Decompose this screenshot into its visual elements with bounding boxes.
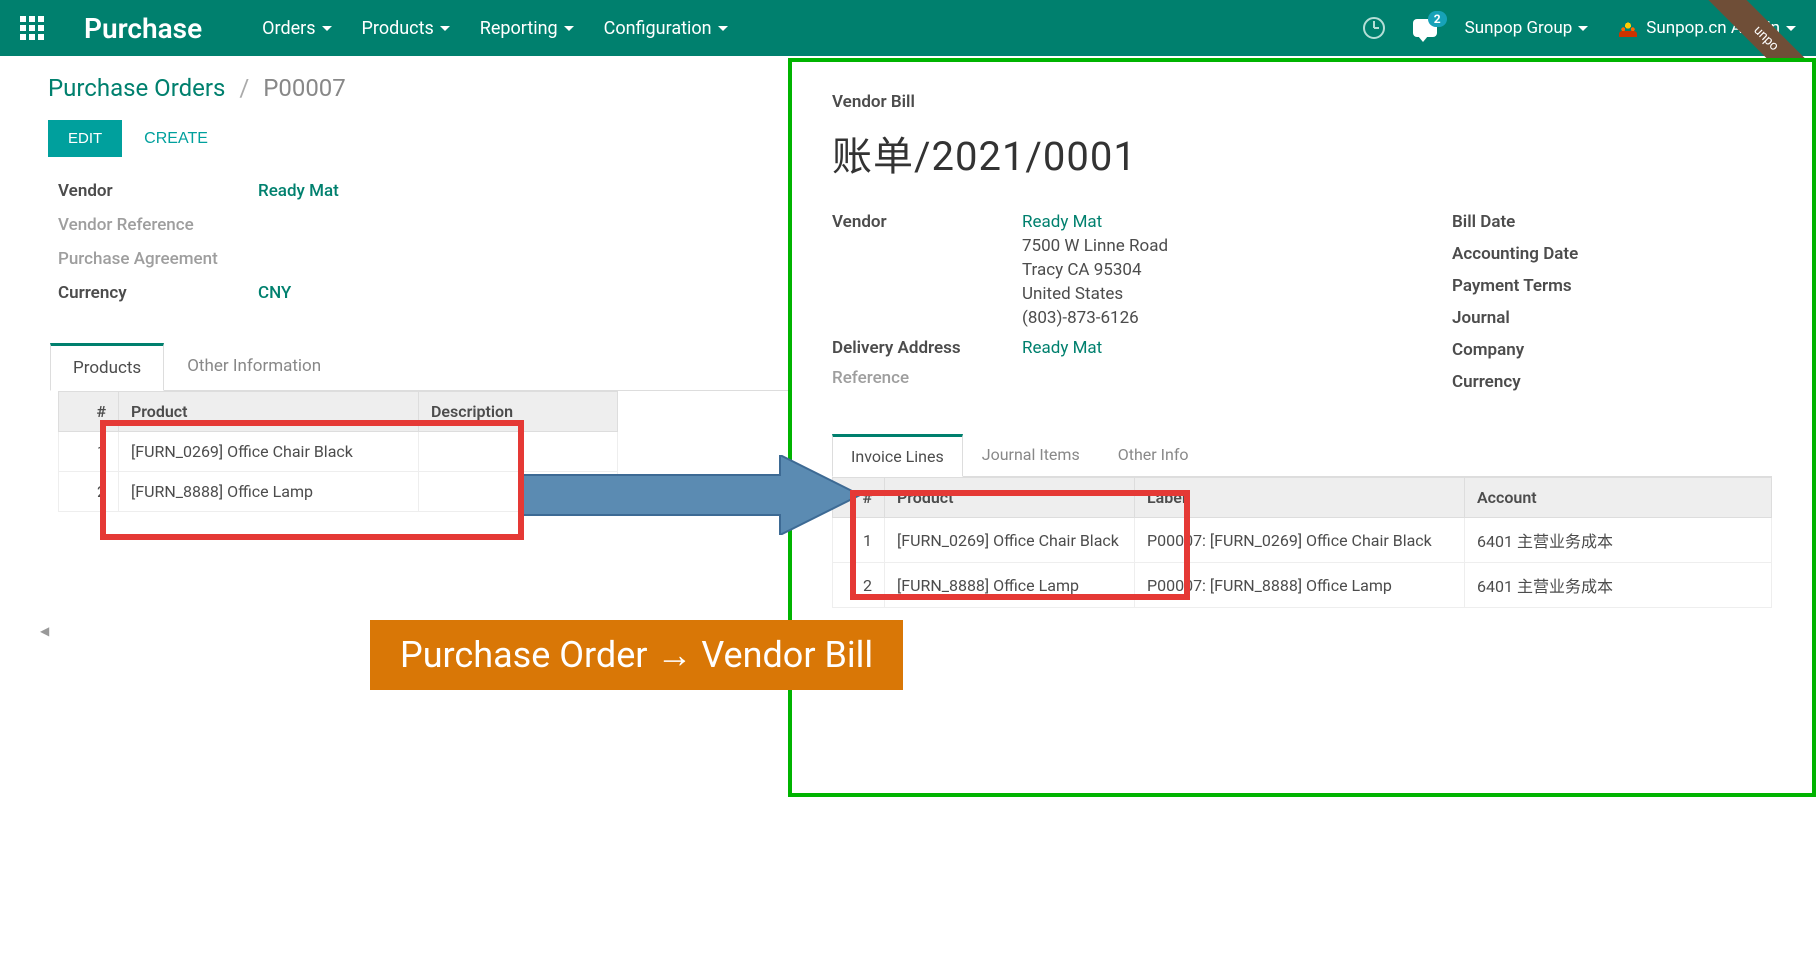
bill-tabs: Invoice Lines Journal Items Other Info	[832, 434, 1772, 477]
bill-vendor-label: Vendor	[832, 212, 1022, 232]
chevron-down-icon	[564, 26, 574, 31]
col-product: Product	[885, 478, 1135, 518]
currency-label: Currency	[58, 283, 258, 303]
payment-terms-label: Payment Terms	[1452, 276, 1772, 296]
bill-heading-big: 账单/2021/0001	[832, 124, 1772, 182]
nav-menu: Orders Products Reporting Configuration	[262, 18, 727, 39]
bill-currency-label: Currency	[1452, 372, 1772, 392]
bill-addr3: United States	[1022, 284, 1168, 304]
user-menu[interactable]: Sunpop.cn Admin	[1616, 16, 1796, 40]
tab-journal-items[interactable]: Journal Items	[963, 434, 1099, 476]
nav-orders[interactable]: Orders	[262, 18, 331, 39]
nav-reporting-label: Reporting	[480, 18, 558, 39]
chevron-down-icon	[322, 26, 332, 31]
cell-account: 6401 主营业务成本	[1465, 563, 1772, 608]
accounting-date-label: Accounting Date	[1452, 244, 1772, 264]
cell-label: P00007: [FURN_0269] Office Chair Black	[1135, 518, 1465, 563]
bill-delivery-value[interactable]: Ready Mat	[1022, 338, 1102, 358]
tab-other-info[interactable]: Other Info	[1099, 434, 1208, 476]
breadcrumb-parent[interactable]: Purchase Orders	[48, 74, 225, 102]
bill-phone: (803)-873-6126	[1022, 308, 1168, 328]
nav-products[interactable]: Products	[362, 18, 450, 39]
chevron-down-icon	[718, 26, 728, 31]
bill-date-label: Bill Date	[1452, 212, 1772, 232]
cell-product: [FURN_8888] Office Lamp	[885, 563, 1135, 608]
clock-icon[interactable]	[1363, 17, 1385, 39]
arrow-icon	[520, 455, 860, 535]
tab-other-info[interactable]: Other Information	[164, 343, 344, 390]
col-product: Product	[119, 392, 419, 432]
cell-product: [FURN_0269] Office Chair Black	[885, 518, 1135, 563]
company-switcher[interactable]: Sunpop Group	[1465, 18, 1589, 38]
tab-products[interactable]: Products	[50, 343, 164, 391]
cell-num: 2	[59, 472, 119, 512]
bill-addr2: Tracy CA 95304	[1022, 260, 1168, 280]
brand-label[interactable]: Purchase	[84, 12, 202, 45]
purchase-agreement-label: Purchase Agreement	[58, 249, 258, 269]
create-button[interactable]: CREATE	[144, 130, 208, 148]
currency-value[interactable]: CNY	[258, 283, 291, 303]
chevron-down-icon	[440, 26, 450, 31]
callout-label: Purchase Order → Vendor Bill	[370, 620, 903, 690]
company-label: Sunpop Group	[1465, 18, 1573, 38]
table-row[interactable]: 2 [FURN_8888] Office Lamp P00007: [FURN_…	[833, 563, 1772, 608]
col-description: Description	[419, 392, 618, 432]
breadcrumb-current: P00007	[263, 74, 346, 102]
nav-configuration[interactable]: Configuration	[604, 18, 728, 39]
cell-num: 1	[59, 432, 119, 472]
bill-reference-label: Reference	[832, 368, 1022, 388]
user-label: Sunpop.cn Admin	[1646, 18, 1780, 38]
col-account: Account	[1465, 478, 1772, 518]
bill-heading-small: Vendor Bill	[832, 92, 1772, 112]
cell-label: P00007: [FURN_8888] Office Lamp	[1135, 563, 1465, 608]
table-row[interactable]: 1 [FURN_0269] Office Chair Black P00007:…	[833, 518, 1772, 563]
vendor-label: Vendor	[58, 181, 258, 201]
breadcrumb-sep: /	[239, 74, 249, 102]
navbar-right: 2 Sunpop Group Sunpop.cn Admin	[1363, 16, 1796, 40]
messages-button[interactable]: 2	[1413, 19, 1437, 37]
bill-vendor-name[interactable]: Ready Mat	[1022, 212, 1168, 232]
bill-delivery-label: Delivery Address	[832, 338, 1022, 358]
edit-button[interactable]: EDIT	[48, 120, 122, 157]
col-num: #	[59, 392, 119, 432]
nav-configuration-label: Configuration	[604, 18, 712, 39]
cell-product: [FURN_0269] Office Chair Black	[119, 432, 419, 472]
vendor-bill-panel: Vendor Bill 账单/2021/0001 Vendor Ready Ma…	[788, 58, 1816, 797]
vendor-ref-label: Vendor Reference	[58, 215, 258, 235]
apps-icon[interactable]	[20, 16, 44, 40]
vendor-value[interactable]: Ready Mat	[258, 181, 339, 201]
nav-products-label: Products	[362, 18, 434, 39]
chevron-down-icon	[1786, 26, 1796, 31]
journal-label: Journal	[1452, 308, 1772, 328]
navbar: Purchase Orders Products Reporting Confi…	[0, 0, 1816, 56]
col-label: Label	[1135, 478, 1465, 518]
chevron-down-icon	[1578, 26, 1588, 31]
scroll-left-icon[interactable]: ◀	[40, 624, 49, 638]
cell-product: [FURN_8888] Office Lamp	[119, 472, 419, 512]
nav-reporting[interactable]: Reporting	[480, 18, 574, 39]
messages-badge: 2	[1428, 11, 1447, 27]
cell-account: 6401 主营业务成本	[1465, 518, 1772, 563]
nav-orders-label: Orders	[262, 18, 315, 39]
bill-addr1: 7500 W Linne Road	[1022, 236, 1168, 256]
user-logo-icon	[1616, 16, 1640, 40]
cell-num: 2	[833, 563, 885, 608]
bill-lines-table: # Product Label Account 1 [FURN_0269] Of…	[832, 477, 1772, 608]
company-label: Company	[1452, 340, 1772, 360]
